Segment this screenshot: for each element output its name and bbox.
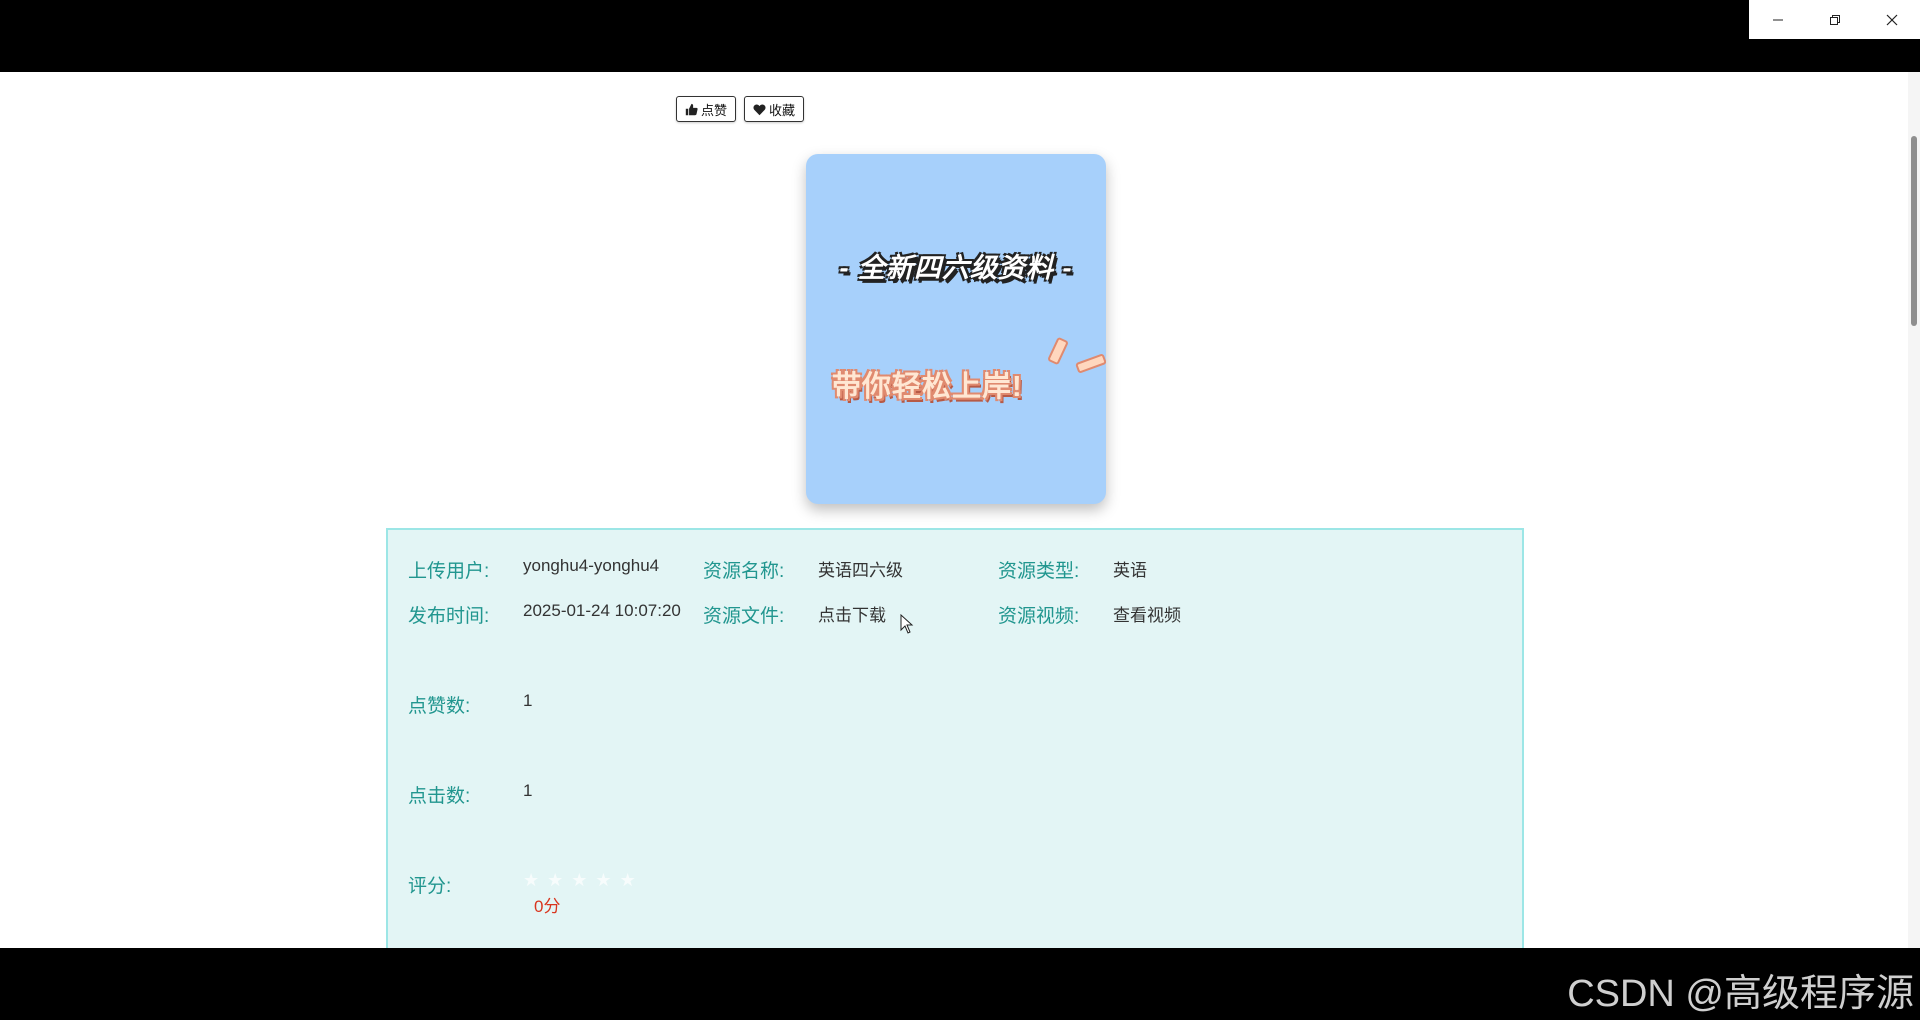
scrollbar-thumb[interactable]: [1911, 136, 1917, 326]
publish-time-value: 2025-01-24 10:07:20: [523, 601, 681, 620]
star-icon[interactable]: ★: [547, 870, 563, 891]
uploader-value: yonghu4-yonghu4: [523, 556, 660, 575]
resource-file-label: 资源文件:: [703, 606, 785, 627]
star-icon[interactable]: ★: [620, 870, 636, 891]
star-icon[interactable]: ★: [595, 870, 611, 891]
resource-cover-image: - 全新四六级资料 - 带你轻松上岸!: [806, 154, 1106, 504]
resource-info-panel: 上传用户: yonghu4-yonghu4 资源名称: 英语四六级 资源类型: …: [386, 528, 1524, 948]
publish-time-label: 发布时间:: [408, 606, 490, 627]
uploader-label: 上传用户:: [408, 561, 490, 582]
collect-button[interactable]: 收藏: [744, 96, 805, 122]
top-black-bar: [0, 0, 1920, 72]
resource-name-label: 资源名称:: [703, 561, 785, 582]
close-icon: [1886, 14, 1897, 25]
resource-name-value: 英语四六级: [818, 561, 903, 580]
action-buttons: 点赞 收藏: [676, 96, 805, 122]
rating-score: 0分: [534, 897, 561, 916]
rating-stars[interactable]: ★ ★ ★ ★ ★: [523, 870, 636, 891]
like-button[interactable]: 点赞: [676, 96, 737, 122]
minimize-icon: [1772, 19, 1783, 20]
cover-subtitle: 带你轻松上岸!: [832, 371, 1023, 403]
minimize-button[interactable]: [1749, 0, 1806, 39]
star-icon[interactable]: ★: [523, 870, 539, 891]
thumbs-up-icon: [685, 103, 698, 115]
cover-decoration: [1075, 353, 1106, 374]
mouse-cursor-icon: [900, 614, 914, 634]
cover-decoration: [1047, 336, 1069, 366]
star-icon[interactable]: ★: [571, 870, 587, 891]
view-video-link[interactable]: 查看视频: [1113, 601, 1181, 626]
clicks-value: 1: [523, 781, 533, 800]
download-link[interactable]: 点击下载: [818, 601, 886, 626]
watermark: CSDN @高级程序源: [1567, 973, 1914, 1015]
resource-type-value: 英语: [1113, 561, 1147, 580]
heart-icon: [753, 104, 766, 115]
collect-label: 收藏: [769, 102, 796, 118]
clicks-label: 点击数:: [408, 786, 471, 807]
page-viewport: 点赞 收藏 - 全新四六级资料 - 带你轻松上岸! 上传用户: yonghu4-…: [0, 72, 1920, 948]
rating-label: 评分:: [408, 876, 452, 897]
restore-icon: [1829, 14, 1840, 25]
like-label: 点赞: [701, 102, 728, 118]
resource-type-label: 资源类型:: [998, 561, 1080, 582]
close-button[interactable]: [1863, 0, 1920, 39]
scrollbar[interactable]: [1908, 72, 1920, 948]
cover-title: - 全新四六级资料 -: [839, 253, 1073, 283]
restore-button[interactable]: [1806, 0, 1863, 39]
resource-video-label: 资源视频:: [998, 606, 1080, 627]
window-controls: [1749, 0, 1920, 39]
likes-label: 点赞数:: [408, 696, 471, 717]
likes-value: 1: [523, 691, 533, 710]
